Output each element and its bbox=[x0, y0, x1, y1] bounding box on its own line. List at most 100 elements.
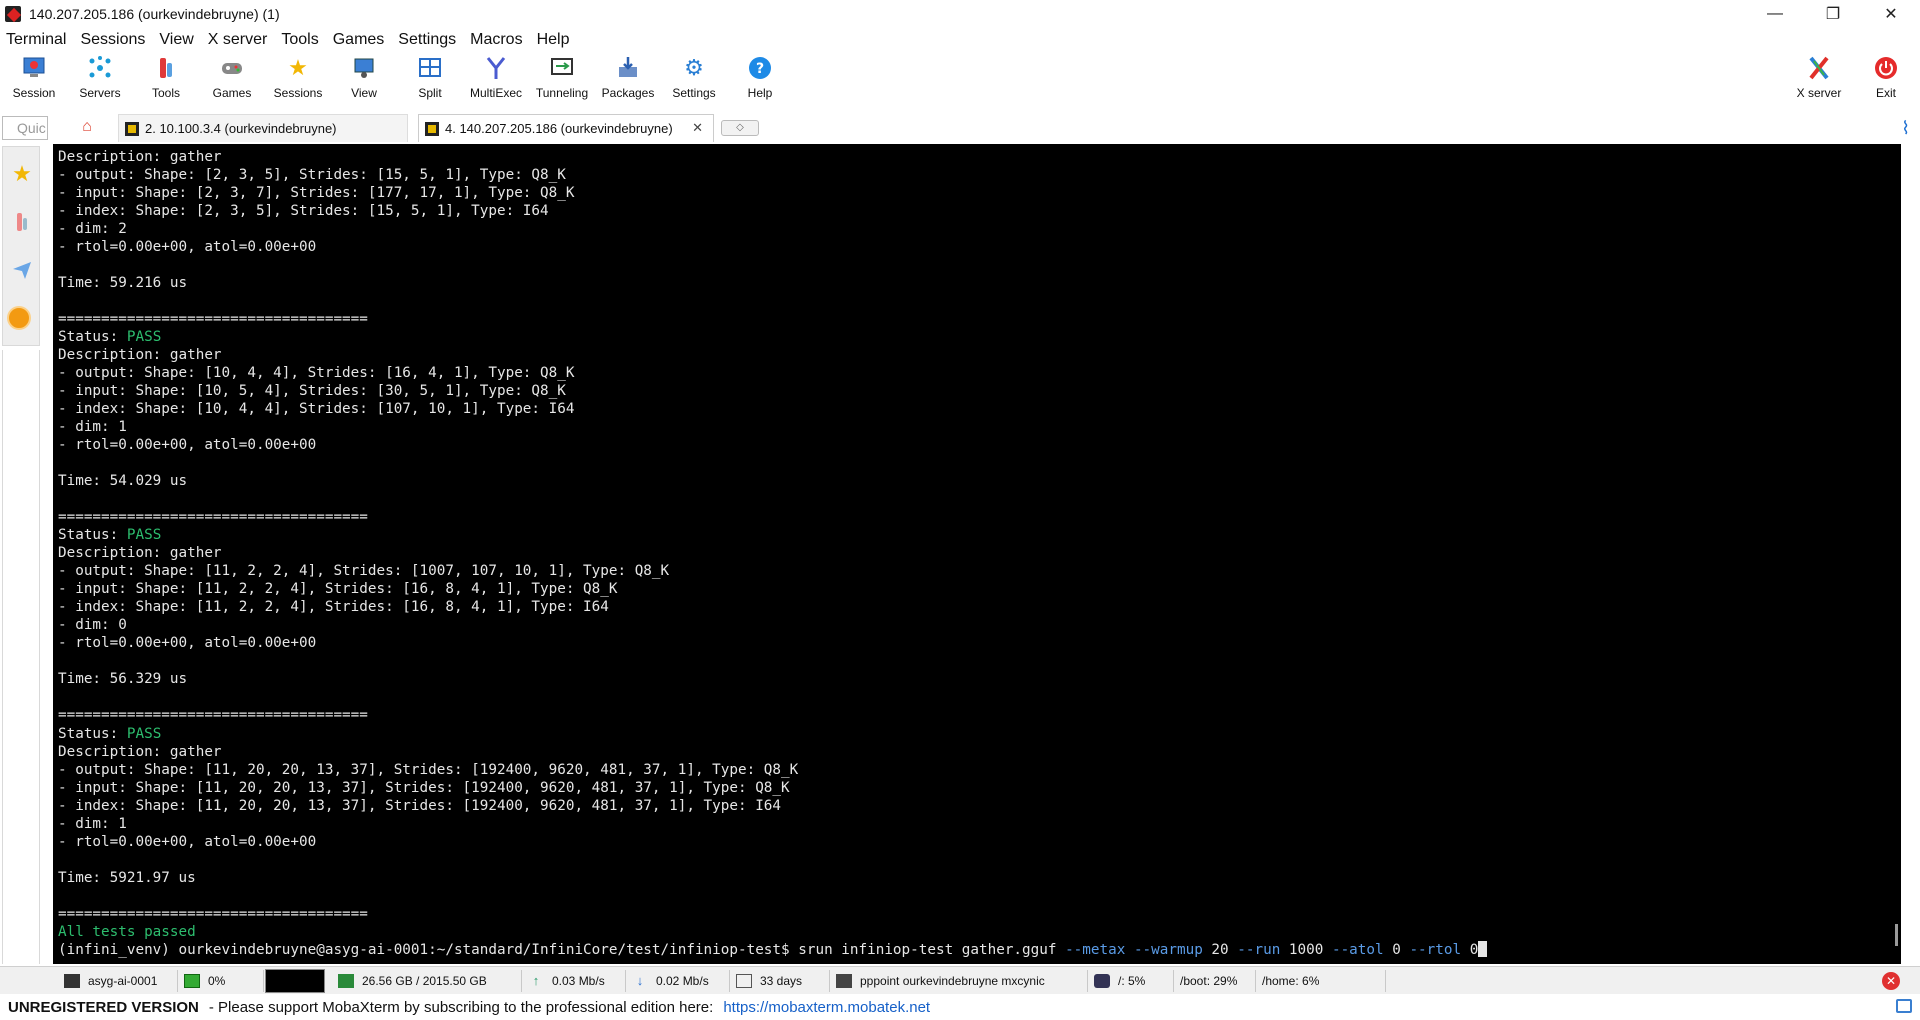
terminal-line: - output: Shape: [11, 2, 2, 4], Strides:… bbox=[58, 563, 670, 580]
send-icon[interactable] bbox=[3, 247, 41, 293]
menu-view[interactable]: View bbox=[159, 31, 193, 49]
status-close-icon[interactable]: ✕ bbox=[1882, 972, 1900, 990]
maximize-button[interactable]: ❐ bbox=[1804, 0, 1862, 28]
multiexec-button[interactable]: MultiExec bbox=[465, 54, 527, 106]
view-icon bbox=[350, 54, 378, 82]
shell-prompt: (infini_venv) ourkevindebruyne@asyg-ai-0… bbox=[58, 941, 1066, 958]
sessions-button[interactable]: ★ Sessions bbox=[267, 54, 329, 106]
terminal-line: Time: 59.216 us bbox=[58, 275, 188, 292]
status-bar: asyg-ai-0001 0% 26.56 GB / 2015.50 GB ↑ 0… bbox=[0, 966, 1920, 994]
tab-close-icon[interactable]: ✕ bbox=[692, 120, 703, 136]
menu-x-server[interactable]: X server bbox=[208, 31, 268, 49]
status-disk-home: /home: 6% bbox=[1256, 970, 1386, 992]
games-button[interactable]: Games bbox=[201, 54, 263, 106]
cpu-icon bbox=[184, 974, 200, 988]
status-label: Status: bbox=[58, 725, 127, 742]
menu-terminal[interactable]: Terminal bbox=[6, 31, 66, 49]
unregistered-banner: UNREGISTERED VERSION - Please support Mo… bbox=[0, 994, 1920, 1020]
quick-connect-input[interactable]: Quic bbox=[2, 116, 48, 140]
terminal-line: ==================================== bbox=[58, 509, 368, 526]
download-arrow-icon: ↓ bbox=[636, 973, 644, 988]
view-button[interactable]: View bbox=[333, 54, 395, 106]
terminal-line: - output: Shape: [11, 20, 20, 13, 37], S… bbox=[58, 761, 799, 778]
tab-session-2[interactable]: 2. 10.100.3.4 (ourkevindebruyne) bbox=[118, 114, 408, 142]
exit-button[interactable]: Exit bbox=[1855, 54, 1917, 106]
status-host: asyg-ai-0001 bbox=[58, 970, 178, 992]
power-icon bbox=[1872, 54, 1900, 82]
settings-button[interactable]: ⚙ Settings bbox=[663, 54, 725, 106]
terminal-line: Time: 54.029 us bbox=[58, 473, 188, 490]
terminal-scrollbar[interactable] bbox=[1887, 144, 1901, 964]
x-server-button[interactable]: X server bbox=[1788, 54, 1850, 106]
menu-macros[interactable]: Macros bbox=[470, 31, 522, 49]
menu-games[interactable]: Games bbox=[333, 31, 385, 49]
command-option: --metax bbox=[1065, 941, 1126, 958]
tools-icon bbox=[152, 54, 180, 82]
menu-tools[interactable]: Tools bbox=[281, 31, 318, 49]
menu-sessions[interactable]: Sessions bbox=[80, 31, 145, 49]
mobaxterm-link[interactable]: https://mobaxterm.mobatek.net bbox=[723, 999, 930, 1016]
terminal-line: - dim: 1 bbox=[58, 419, 127, 436]
terminal-output: Description: gather - output: Shape: [2, … bbox=[58, 148, 1488, 959]
tunneling-button[interactable]: Tunneling bbox=[531, 54, 593, 106]
terminal-line: - index: Shape: [2, 3, 5], Strides: [15,… bbox=[58, 203, 549, 220]
star-icon: ★ bbox=[288, 55, 308, 80]
chat-icon[interactable] bbox=[1896, 999, 1912, 1013]
close-button[interactable]: ✕ bbox=[1862, 0, 1920, 28]
host-icon bbox=[64, 974, 80, 988]
terminal-line: Status: PASS bbox=[58, 725, 1487, 743]
toolbar: Session Servers Tools Games ★ Sessions V… bbox=[0, 52, 1920, 108]
status-memory: 26.56 GB / 2015.50 GB bbox=[332, 970, 522, 992]
gamepad-icon bbox=[218, 54, 246, 82]
minimize-button[interactable]: — bbox=[1746, 0, 1804, 28]
tools-icon[interactable] bbox=[3, 199, 41, 245]
memory-icon bbox=[338, 974, 354, 988]
x-server-icon bbox=[1805, 54, 1833, 82]
terminal-line: ==================================== bbox=[58, 311, 368, 328]
command-line[interactable]: (infini_venv) ourkevindebruyne@asyg-ai-0… bbox=[58, 940, 1488, 959]
status-upload: ↑ 0.03 Mb/s bbox=[522, 970, 626, 992]
terminal-line: - dim: 1 bbox=[58, 815, 127, 832]
home-tab-icon[interactable]: ⌂ bbox=[72, 118, 102, 140]
command-option: --run bbox=[1237, 941, 1281, 958]
packages-button[interactable]: Packages bbox=[597, 54, 659, 106]
terminal-line: - dim: 0 bbox=[58, 617, 127, 634]
terminal-line: - rtol=0.00e+00, atol=0.00e+00 bbox=[58, 239, 317, 256]
gear-icon: ⚙ bbox=[684, 55, 704, 80]
status-disk-root: /: 5% bbox=[1088, 970, 1174, 992]
side-panel: ★ bbox=[0, 144, 44, 964]
session-button[interactable]: Session bbox=[3, 54, 65, 106]
tools-button[interactable]: Tools bbox=[135, 54, 197, 106]
terminal-line: - output: Shape: [2, 3, 5], Strides: [15… bbox=[58, 167, 566, 184]
help-button[interactable]: ? Help bbox=[729, 54, 791, 106]
menu-help[interactable]: Help bbox=[537, 31, 570, 49]
menu-settings[interactable]: Settings bbox=[398, 31, 456, 49]
new-tab-button[interactable]: ◇ bbox=[721, 120, 759, 136]
servers-icon bbox=[86, 54, 114, 82]
terminal[interactable]: Description: gather - output: Shape: [2, … bbox=[53, 144, 1901, 964]
scrollbar-thumb[interactable] bbox=[1895, 924, 1898, 946]
tunneling-icon bbox=[548, 54, 576, 82]
status-users: pppoint ourkevindebruyne mxcynic bbox=[830, 970, 1088, 992]
terminal-line: - output: Shape: [10, 4, 4], Strides: [1… bbox=[58, 365, 575, 382]
star-icon[interactable]: ★ bbox=[3, 151, 41, 197]
paperclip-icon[interactable]: ⌇ bbox=[1901, 118, 1910, 139]
terminal-line: Description: gather bbox=[58, 347, 222, 364]
terminal-tab-icon bbox=[125, 121, 139, 136]
tab-session-4[interactable]: 4. 140.207.205.186 (ourkevindebruyne) ✕ bbox=[418, 114, 714, 142]
terminal-line: - input: Shape: [10, 5, 4], Strides: [30… bbox=[58, 383, 566, 400]
terminal-line: ==================================== bbox=[58, 905, 368, 922]
status-label: Status: bbox=[58, 329, 127, 346]
terminal-line: - dim: 2 bbox=[58, 221, 127, 238]
terminal-line: - index: Shape: [10, 4, 4], Strides: [10… bbox=[58, 401, 575, 418]
unregistered-label: UNREGISTERED VERSION bbox=[8, 998, 199, 1016]
split-button[interactable]: Split bbox=[399, 54, 461, 106]
orange-circle-icon[interactable] bbox=[7, 306, 31, 330]
terminal-line: Time: 56.329 us bbox=[58, 671, 188, 688]
servers-button[interactable]: Servers bbox=[69, 54, 131, 106]
multiexec-icon bbox=[482, 54, 510, 82]
terminal-line: - index: Shape: [11, 20, 20, 13, 37], St… bbox=[58, 797, 782, 814]
